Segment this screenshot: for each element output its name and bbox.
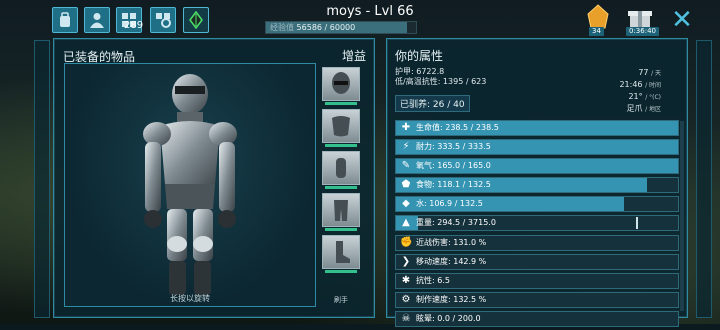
tek-crystal-icon[interactable]	[183, 7, 209, 33]
stat-text: 制作速度: 132.5 %	[416, 294, 487, 304]
health-icon: ✚	[401, 122, 411, 133]
food-icon: ⬟	[401, 179, 411, 191]
helmet-icon	[332, 72, 350, 94]
character-model-viewer[interactable]: 长按以旋转	[64, 63, 316, 307]
stat-row[interactable]: ⚡ 耐力: 333.5 / 333.5	[395, 139, 679, 156]
stat-text: 氧气: 165.0 / 165.0	[416, 161, 491, 171]
xp-value: 56586 / 60000	[296, 23, 356, 32]
location-unit: / 地区	[645, 106, 661, 113]
xp-text: 经验值 56586 / 60000	[270, 22, 355, 33]
insulation-value: 低/高温抗性: 1395 / 623	[395, 77, 487, 86]
stat-row[interactable]: ✎ 氧气: 165.0 / 165.0	[395, 158, 679, 175]
weight-icon: ▲	[402, 217, 410, 229]
stat-text: 生命值: 238.5 / 238.5	[416, 123, 499, 132]
tamed-count: 已驯养: 26 / 40	[395, 95, 470, 112]
pants-slot[interactable]	[322, 193, 360, 231]
oxygen-icon: ✎	[401, 160, 411, 172]
stats-list: ✚ 生命值: 238.5 / 238.5 ⚡ 耐力: 333.5 / 333.5 ✎ 氧气…	[395, 120, 679, 330]
slot-label: 刷手	[334, 296, 348, 304]
right-side-strip	[696, 40, 712, 318]
gloves-slot[interactable]	[322, 151, 360, 189]
gift-timer: 0:36:40	[626, 27, 659, 36]
stat-row[interactable]: ▲ 重量: 294.5 / 3715.0	[395, 215, 679, 232]
armor-value: 护甲: 6722.8	[395, 67, 445, 76]
stat-text: 移动速度: 142.9 %	[416, 256, 487, 266]
stat-text: 抗性: 6.5	[416, 275, 450, 285]
boost-button[interactable]: 增益	[342, 47, 366, 64]
temperature-c: 21°	[628, 92, 643, 101]
time-value: 21:46	[619, 80, 643, 89]
left-side-strip	[34, 40, 50, 318]
armored-character-model	[143, 74, 237, 295]
speed-icon: ❯	[401, 255, 411, 267]
close-button[interactable]: ✕	[670, 7, 694, 33]
fortitude-icon: ✱	[401, 274, 411, 286]
chest-armor-icon	[332, 116, 350, 137]
location-value: 足爪	[626, 104, 643, 113]
stat-bar-marker	[635, 217, 638, 230]
attributes-title: 你的属性	[395, 49, 444, 63]
stat-text: 近战伤害: 131.0 %	[416, 237, 487, 247]
boots-slot[interactable]	[322, 235, 360, 273]
boots-icon	[336, 241, 350, 263]
stat-text: 食物: 118.1 / 132.5	[416, 180, 491, 190]
armor-info: 护甲: 6722.8 低/高温抗性: 1395 / 623	[395, 67, 486, 87]
chest-slot[interactable]	[322, 109, 360, 147]
player-title: moys - Lvl 66	[326, 4, 414, 19]
stat-row[interactable]: ✊ 近战伤害: 131.0 %	[395, 234, 679, 251]
attributes-panel: 你的属性 护甲: 6722.8 低/高温抗性: 1395 / 623 77 / …	[386, 38, 688, 327]
boots-durability	[325, 270, 357, 273]
helmet-durability	[325, 102, 357, 105]
character-icon[interactable]	[84, 7, 110, 33]
stat-text: 水: 106.9 / 132.5	[416, 199, 483, 209]
melee-icon: ✊	[400, 236, 413, 248]
gloves-durability	[325, 186, 357, 189]
chest-durability	[325, 144, 357, 147]
xp-label: 经验值	[270, 23, 294, 32]
stat-row[interactable]: ⬟ 食物: 118.1 / 132.5	[395, 177, 679, 194]
tribe-settings-icon[interactable]	[150, 7, 176, 33]
rotate-hint: 长按以旋转	[170, 294, 210, 303]
engram-points: 289	[124, 20, 144, 31]
stat-row[interactable]: ◆ 水: 106.9 / 132.5	[395, 196, 679, 213]
amber-count: 34	[589, 27, 604, 36]
inventory-backpack-icon[interactable]	[52, 7, 78, 33]
gloves-icon	[336, 158, 346, 178]
temperature-f: 77	[638, 68, 649, 77]
equipment-panel: 已装备的物品 增益 长按以旋转 刷手	[53, 38, 375, 318]
helmet-slot[interactable]	[322, 67, 360, 105]
torpor-icon: ☠	[401, 312, 411, 324]
water-icon: ◆	[402, 198, 410, 210]
crafting-icon: ⚙	[401, 293, 411, 305]
xp-bar: 经验值 56586 / 60000	[265, 21, 417, 34]
stat-row[interactable]: ✱ 抗性: 6.5	[395, 272, 679, 289]
top-bar: 289 moys - Lvl 66 经验值 56586 / 60000 34 0…	[0, 0, 720, 38]
equipment-slots	[322, 67, 360, 277]
stat-text: 重量: 294.5 / 3715.0	[416, 218, 496, 228]
time-unit: / 时间	[645, 82, 661, 89]
stat-text: 耐力: 333.5 / 333.5	[416, 142, 491, 152]
temperature-f-unit: / 天	[651, 70, 661, 77]
stamina-icon: ⚡	[402, 141, 410, 153]
stats-scrollbar[interactable]	[680, 121, 684, 311]
pants-icon	[334, 200, 348, 221]
stat-row[interactable]: ☠ 眩晕: 0.0 / 200.0	[395, 310, 679, 327]
temperature-c-unit: / °(C)	[645, 94, 661, 101]
stat-row[interactable]: ⚙ 制作速度: 132.5 %	[395, 291, 679, 308]
environment-info: 77 / 天 21:46 / 时间 21° / °(C) 足爪 / 地区	[619, 67, 661, 115]
pants-durability	[325, 228, 357, 231]
stat-row[interactable]: ✚ 生命值: 238.5 / 238.5	[395, 120, 679, 136]
stat-row[interactable]: ❯ 移动速度: 142.9 %	[395, 253, 679, 270]
